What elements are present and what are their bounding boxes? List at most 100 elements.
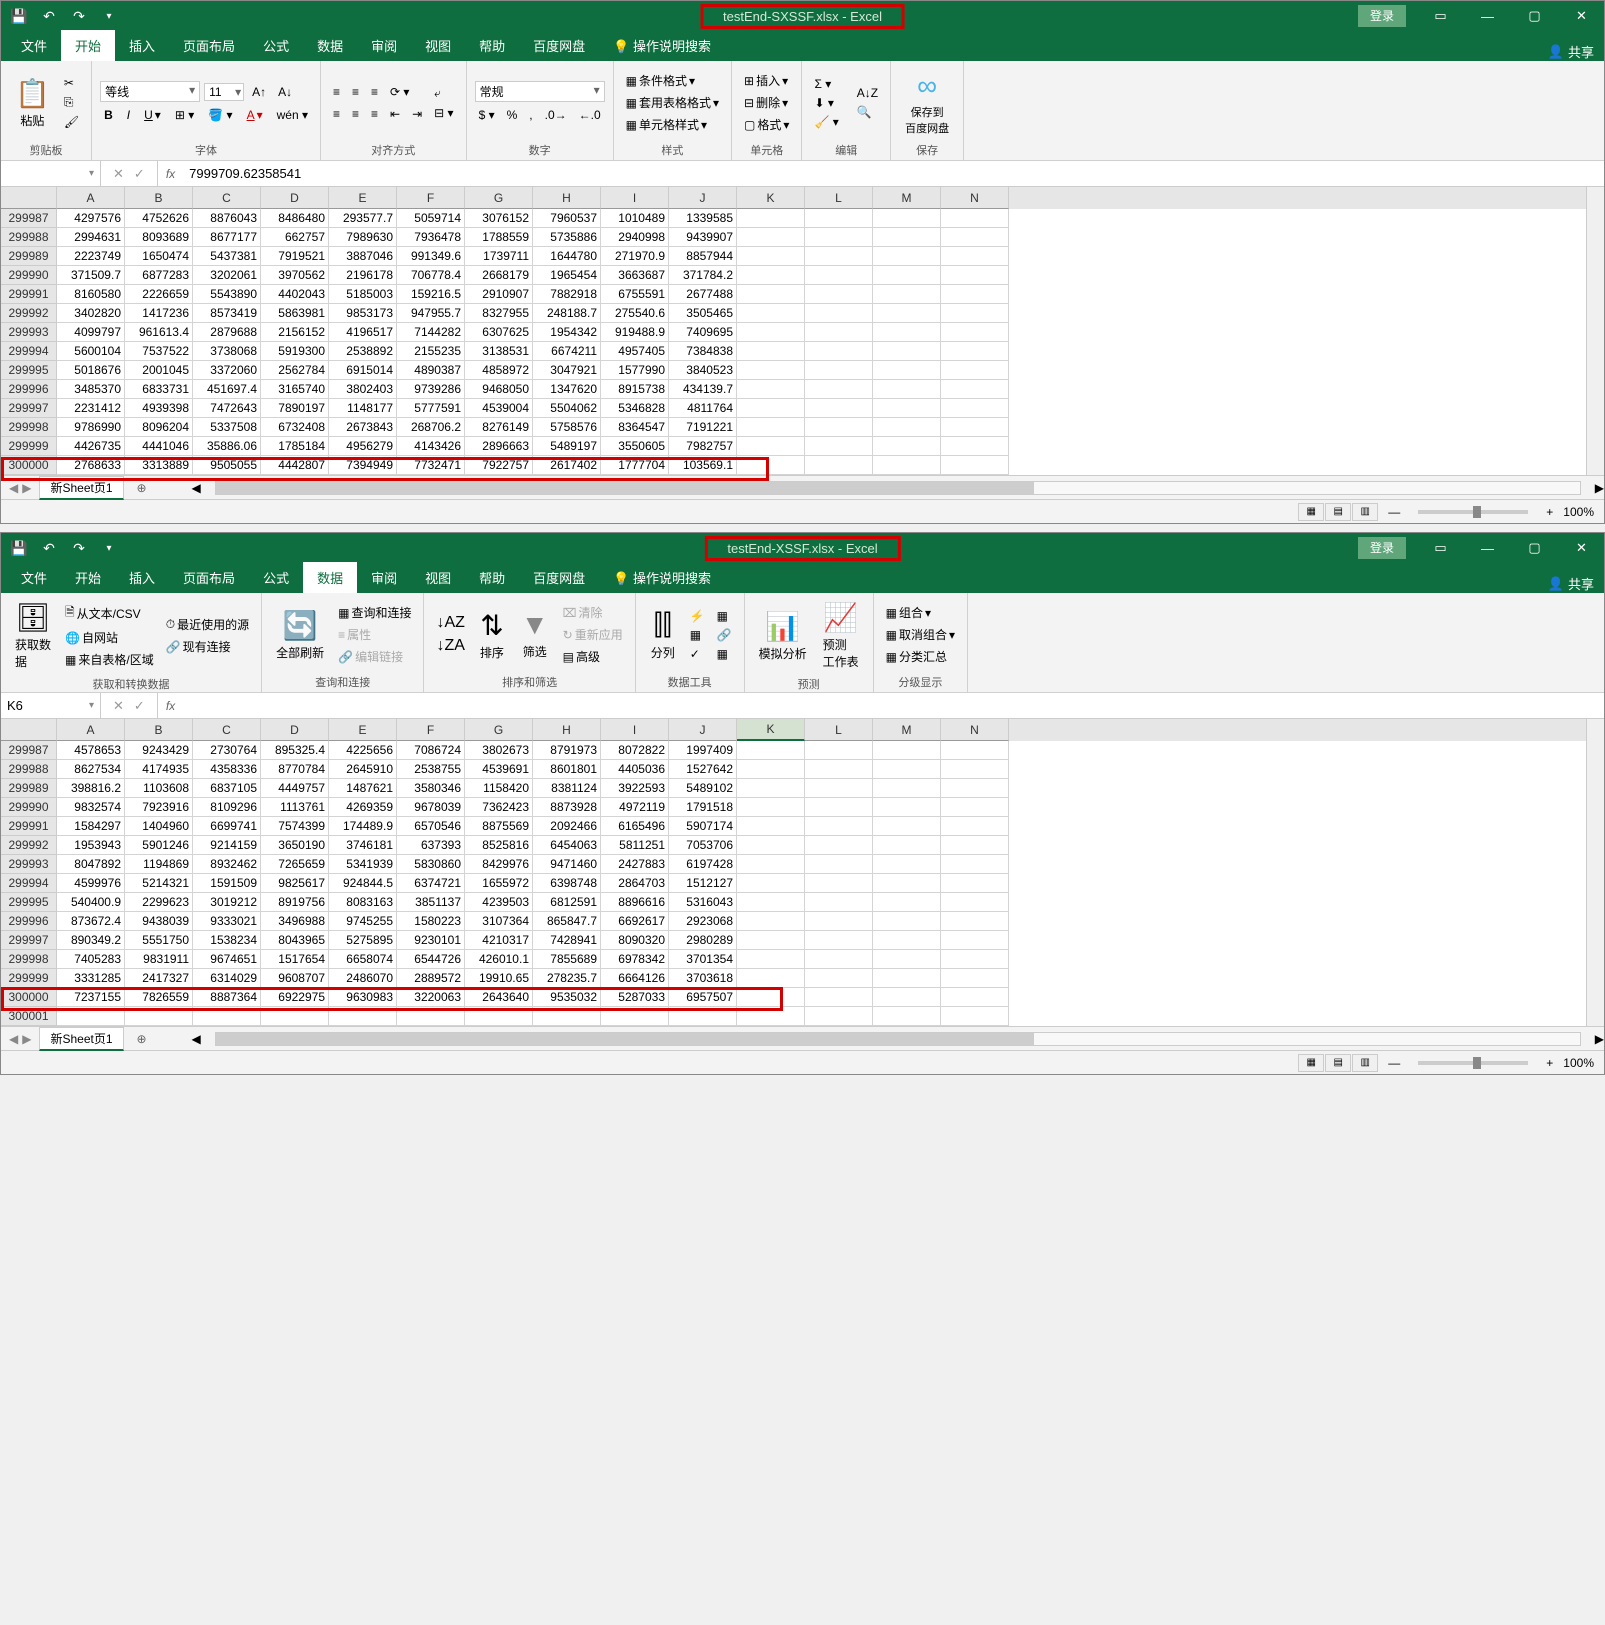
cut-icon[interactable]: ✂ [60,74,83,92]
accept-formula-icon[interactable]: ✓ [134,166,145,182]
cell[interactable]: 268706.2 [397,418,465,437]
sheet-nav-prev-icon[interactable]: ◀ [9,1032,18,1046]
cell[interactable]: 8276149 [465,418,533,437]
cell[interactable]: 6915014 [329,361,397,380]
cell[interactable]: 6732408 [261,418,329,437]
cell[interactable]: 2299623 [125,893,193,912]
cell[interactable]: 947955.7 [397,304,465,323]
cell[interactable]: 8875569 [465,817,533,836]
zoom-slider[interactable] [1418,1061,1528,1065]
inc-decimal-icon[interactable]: .0→ [541,106,571,124]
cell[interactable]: 2668179 [465,266,533,285]
cell[interactable]: 5437381 [193,247,261,266]
cell[interactable]: 9674651 [193,950,261,969]
cell[interactable]: 5316043 [669,893,737,912]
column-header[interactable]: B [125,187,193,209]
autosum-button[interactable]: Σ ▾ [810,75,842,93]
cell[interactable]: 8072822 [601,741,669,760]
align-center-icon[interactable]: ≡ [348,105,363,123]
cell[interactable]: 5346828 [601,399,669,418]
cell[interactable]: 1788559 [465,228,533,247]
cell[interactable]: 2001045 [125,361,193,380]
edit-links-button[interactable]: 🔗 编辑链接 [334,646,415,667]
cell[interactable]: 3851137 [397,893,465,912]
cell[interactable]: 8096204 [125,418,193,437]
cell[interactable]: 706778.4 [397,266,465,285]
column-header[interactable]: F [397,187,465,209]
cell[interactable]: 1584297 [57,817,125,836]
undo-icon[interactable]: ↶ [37,536,61,560]
cell[interactable]: 6454063 [533,836,601,855]
fill-color-button[interactable]: 🪣 ▾ [204,106,236,124]
cell[interactable]: 2223749 [57,247,125,266]
cell[interactable]: 8919756 [261,893,329,912]
hscroll-right-icon[interactable]: ▶ [1595,481,1604,495]
fx-icon[interactable]: fx [158,699,183,713]
underline-button[interactable]: U ▾ [140,106,165,124]
cell[interactable]: 1965454 [533,266,601,285]
cell[interactable]: 540400.9 [57,893,125,912]
add-sheet-button[interactable]: ⊕ [132,1029,152,1049]
cell[interactable]: 7826559 [125,988,193,1007]
cell[interactable]: 2910907 [465,285,533,304]
tab-file[interactable]: 文件 [7,30,61,61]
cell[interactable]: 3701354 [669,950,737,969]
cell[interactable] [941,912,1009,931]
qat-more-icon[interactable]: ▾ [97,536,121,560]
copy-icon[interactable]: ⎘ [60,93,83,112]
cell[interactable] [805,456,873,475]
row-header[interactable]: 299990 [1,266,57,285]
share-button[interactable]: 👤 共享 [1548,574,1594,593]
cell[interactable]: 637393 [397,836,465,855]
tab-data[interactable]: 数据 [303,562,357,593]
cell[interactable] [805,342,873,361]
cell[interactable] [805,798,873,817]
subtotal-button[interactable]: ▦ 分类汇总 [882,646,959,667]
cell[interactable]: 4099797 [57,323,125,342]
column-header[interactable]: C [193,719,261,741]
cell[interactable]: 1739711 [465,247,533,266]
cell[interactable] [737,380,805,399]
cell[interactable]: 8791973 [533,741,601,760]
cell[interactable]: 5551750 [125,931,193,950]
align-mid-icon[interactable]: ≡ [348,83,363,101]
cell[interactable]: 6922975 [261,988,329,1007]
cell[interactable]: 4297576 [57,209,125,228]
cell[interactable]: 3485370 [57,380,125,399]
cell[interactable]: 8573419 [193,304,261,323]
save-icon[interactable]: 💾 [7,4,31,28]
insert-cell-button[interactable]: ⊞ 插入 ▾ [740,70,793,91]
cell[interactable]: 9630983 [329,988,397,1007]
cell[interactable]: 7537522 [125,342,193,361]
cell[interactable]: 2643640 [465,988,533,1007]
tab-formulas[interactable]: 公式 [249,562,303,593]
cell[interactable]: 9853173 [329,304,397,323]
row-header[interactable]: 299993 [1,323,57,342]
cell[interactable]: 9438039 [125,912,193,931]
cell[interactable]: 159216.5 [397,285,465,304]
cell[interactable]: 3550605 [601,437,669,456]
vertical-scrollbar[interactable] [1586,187,1604,475]
column-header[interactable]: M [873,719,941,741]
cell[interactable] [873,893,941,912]
flash-fill-icon[interactable]: ⚡ [686,607,709,625]
cell[interactable] [737,247,805,266]
sheet-nav-prev-icon[interactable]: ◀ [9,481,18,495]
cell[interactable] [873,437,941,456]
cell[interactable] [805,285,873,304]
cell[interactable]: 961613.4 [125,323,193,342]
cell[interactable] [805,228,873,247]
cell[interactable]: 8873928 [533,798,601,817]
column-header[interactable]: L [805,187,873,209]
wrap-text-button[interactable]: ⤶ [430,84,457,103]
cell[interactable]: 9439907 [669,228,737,247]
cell[interactable]: 8083163 [329,893,397,912]
cell[interactable]: 2092466 [533,817,601,836]
consolidate-icon[interactable]: ▦ [713,607,736,625]
cell[interactable] [873,456,941,475]
cell[interactable] [737,209,805,228]
column-header[interactable]: A [57,187,125,209]
cell[interactable]: 3650190 [261,836,329,855]
find-icon[interactable]: 🔍 [853,103,882,121]
data-model-icon[interactable]: ▦ [713,645,736,663]
